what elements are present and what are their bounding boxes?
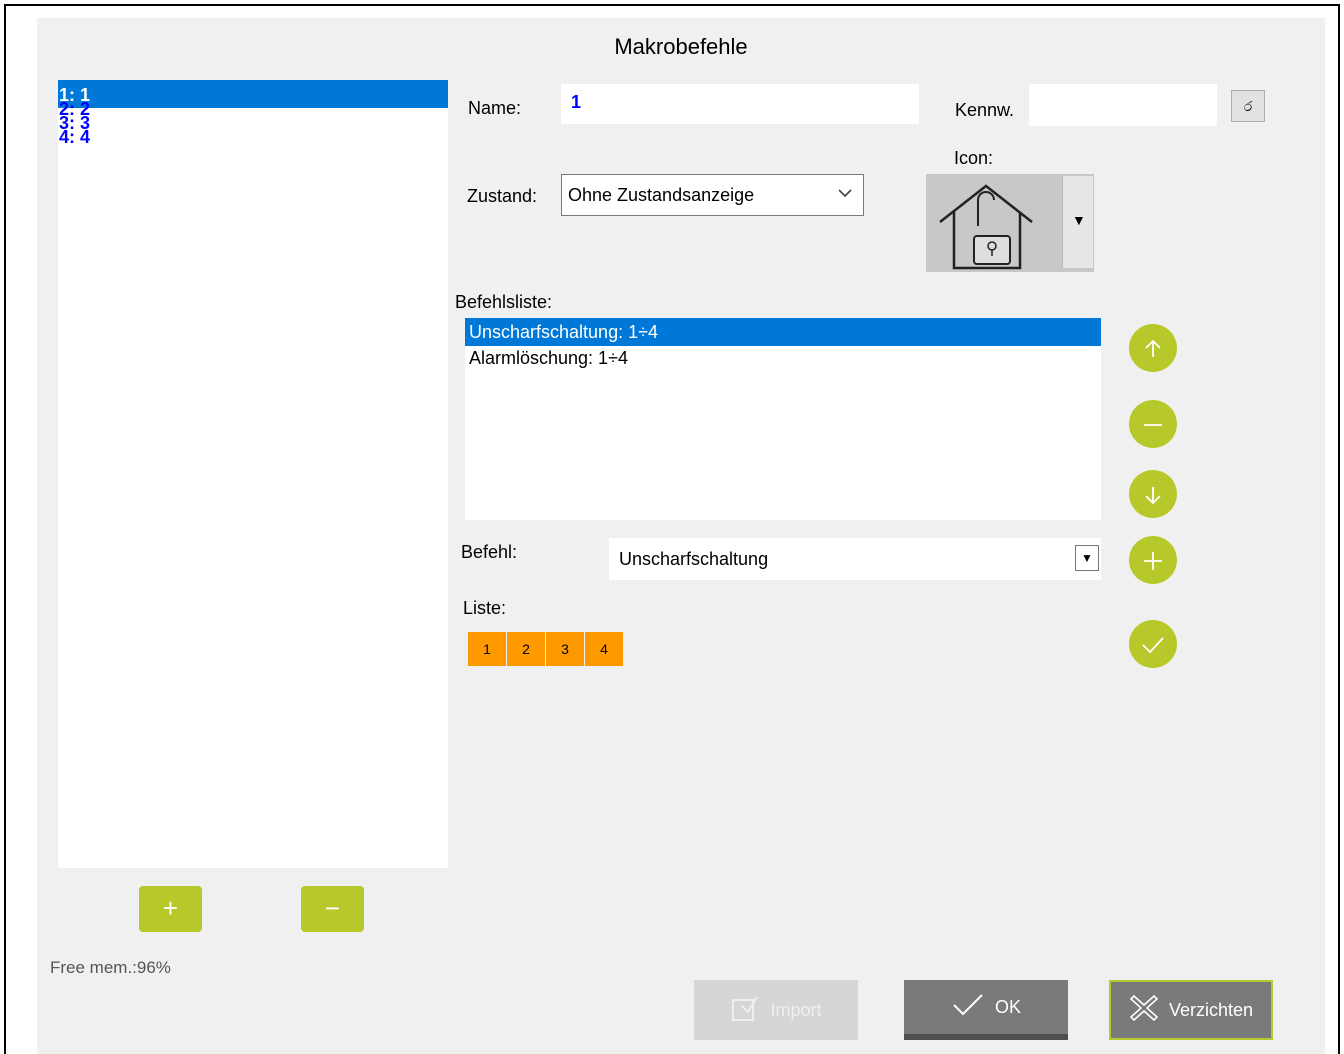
command-list-item[interactable]: Unscharfschaltung: 1÷4 (465, 318, 1101, 346)
state-label: Zustand: (467, 186, 538, 206)
command-list-label: Befehlsliste: (455, 292, 553, 312)
name-label: Name: (468, 98, 522, 118)
zone-chip[interactable]: 1 (468, 632, 506, 666)
free-memory-label: Free mem.:96% (50, 958, 171, 977)
dropdown-arrow-button[interactable]: ▼ (1075, 545, 1099, 571)
check-icon (951, 991, 985, 1024)
name-input[interactable]: 1 (561, 84, 919, 124)
arrow-down-icon: ▼ (1072, 212, 1086, 228)
glasses-icon: ර (1243, 98, 1253, 114)
command-list[interactable]: Unscharfschaltung: 1÷4 Alarmlöschung: 1÷… (465, 318, 1101, 520)
command-select-value: Unscharfschaltung (619, 549, 769, 569)
ok-label: OK (994, 996, 1021, 1017)
show-password-button[interactable]: ර (1231, 90, 1265, 122)
ok-button[interactable]: OK (904, 980, 1068, 1040)
macro-list[interactable]: 1: 1 2: 2 3: 3 4: 4 (58, 80, 448, 868)
password-label: Kennw. (955, 100, 1015, 120)
remove-command-button[interactable] (1129, 400, 1177, 448)
zone-chip[interactable]: 4 (585, 632, 623, 666)
name-value: 1 (571, 92, 582, 112)
move-down-button[interactable] (1129, 470, 1177, 518)
command-select[interactable]: Unscharfschaltung ▼ (609, 538, 1101, 580)
confirm-command-button[interactable] (1129, 620, 1177, 668)
command-list-item[interactable]: Alarmlöschung: 1÷4 (465, 344, 1101, 372)
move-up-icon (1142, 334, 1164, 361)
icon-label: Icon: (954, 148, 994, 168)
plus-icon: + (162, 893, 179, 923)
state-select-value: Ohne Zustandsanzeige (568, 185, 755, 205)
close-icon (1129, 993, 1159, 1028)
move-up-button[interactable] (1129, 324, 1177, 372)
arrow-down-icon: ▼ (1081, 551, 1093, 565)
import-button[interactable]: Import (694, 980, 858, 1040)
state-select[interactable]: Ohne Zustandsanzeige (561, 174, 864, 216)
zone-chip[interactable]: 3 (546, 632, 584, 666)
dialog-title: Makrobefehle (614, 34, 748, 59)
import-icon (730, 993, 760, 1028)
move-down-icon (1142, 480, 1164, 507)
macro-dialog: Makrobefehle 1: 1 2: 2 3: 3 4: 4 + − Fre… (37, 18, 1325, 1054)
chevron-down-icon (837, 181, 853, 210)
cancel-label: Verzichten (1168, 999, 1254, 1020)
remove-icon (1142, 410, 1164, 437)
macro-list-item[interactable]: 4: 4 (58, 122, 448, 150)
icon-preview[interactable]: ▼ (926, 174, 1094, 272)
add-command-button[interactable] (1129, 536, 1177, 584)
cancel-button[interactable]: Verzichten (1109, 980, 1273, 1040)
command-label: Befehl: (461, 542, 518, 562)
house-unlocked-icon (928, 178, 1046, 270)
add-macro-button[interactable]: + (139, 886, 202, 932)
remove-macro-button[interactable]: − (301, 886, 364, 932)
zone-chip-list: 1 2 3 4 (468, 632, 628, 666)
add-icon (1142, 546, 1164, 573)
icon-dropdown-button[interactable]: ▼ (1062, 176, 1093, 268)
password-input[interactable] (1029, 84, 1217, 126)
list-label: Liste: (463, 598, 507, 618)
zone-chip[interactable]: 2 (507, 632, 545, 666)
confirm-icon (1141, 630, 1165, 657)
minus-icon: − (324, 893, 341, 923)
import-label: Import (770, 999, 822, 1020)
